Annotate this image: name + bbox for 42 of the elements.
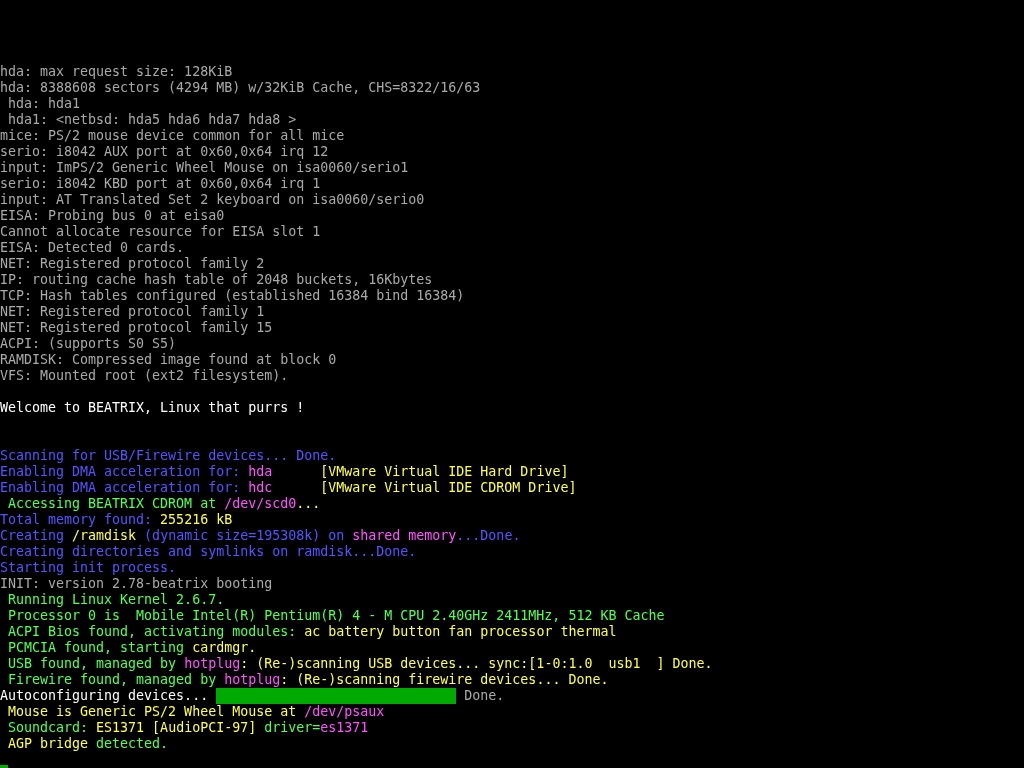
console-line: input: ImPS/2 Generic Wheel Mouse on isa0060/serio1 (0, 160, 409, 176)
console-line: Firewire found, managed by hotplug: (Re-)scanning firewire devices... Done. (7, 672, 609, 688)
console-line: Autoconfiguring devices... (0, 688, 210, 704)
console-line: Enabling DMA acceleration for: hda [VMware Virtual IDE Hard Drive] (0, 464, 569, 480)
console-line: USB found, managed by hotplug: (Re-)scanning USB devices... sync:[1-0:1.0 usb1 ] Done. (7, 656, 713, 672)
cursor (0, 765, 8, 768)
console-line: hda1: <netbsd: hda5 hda6 hda7 hda8 > (7, 112, 297, 128)
console-line: input: AT Translated Set 2 keyboard on isa0060/serio0 (0, 192, 425, 208)
console-line: hda: 8388608 sectors (4294 MB) w/32KiB Cache, CHS=8322/16/63 (0, 80, 481, 96)
console-line: Creating /ramdisk (dynamic size=195308k) on shared memory...Done. (0, 528, 521, 544)
console-line: Running Linux Kernel 2.6.7. (7, 592, 225, 608)
console-line: serio: i8042 KBD port at 0x60,0x64 irq 1 (0, 176, 321, 192)
status-text: Done. (463, 688, 505, 704)
console-line: Enabling DMA acceleration for: hdc [VMware Virtual IDE CDROM Drive] (0, 480, 577, 496)
console-line: Starting init process. (0, 560, 177, 576)
console-line: mice: PS/2 mouse device common for all mice (0, 128, 345, 144)
console-line: NET: Registered protocol family 1 (0, 304, 265, 320)
console-line: Mouse is Generic PS/2 Wheel Mouse at /dev/psaux (7, 704, 385, 720)
console-line: AGP bridge detected. (7, 736, 169, 752)
console-line: Welcome to BEATRIX, Linux that purrs ! (0, 400, 305, 416)
console-line: hda: hda1 (7, 96, 81, 112)
console-line: TCP: Hash tables configured (established 16384 bind 16384) (0, 288, 465, 304)
console-line: hda: max request size: 128KiB (0, 64, 233, 80)
console-line: RAMDISK: Compressed image found at block 0 (0, 352, 337, 368)
console-line: ACPI: (supports S0 S5) (0, 336, 177, 352)
console-line: Total memory found: 255216 kB (0, 512, 233, 528)
console-line: Processor 0 is Mobile Intel(R) Pentium(R) 4 - M CPU 2.40GHz 2411MHz, 512 KB Cache (7, 608, 665, 624)
console-line: Soundcard: ES1371 [AudioPCI-97] driver=es1371 (7, 720, 369, 736)
console-line: Creating directories and symlinks on ramdisk...Done. (0, 544, 417, 560)
console-line: Cannot allocate resource for EISA slot 1 (0, 224, 321, 240)
console-line: ACPI Bios found, activating modules: ac battery button fan processor thermal (7, 624, 617, 640)
console-line: IP: routing cache hash table of 2048 buckets, 16Kbytes (0, 272, 433, 288)
console-line: INIT: version 2.78-beatrix booting (0, 576, 273, 592)
console-line: EISA: Detected 0 cards. (0, 240, 185, 256)
console-line: PCMCIA found, starting cardmgr. (7, 640, 257, 656)
console-line: EISA: Probing bus 0 at eisa0 (0, 208, 225, 224)
console-line: serio: i8042 AUX port at 0x60,0x64 irq 12 (0, 144, 329, 160)
console-line: VFS: Mounted root (ext2 filesystem). (0, 368, 289, 384)
console-line: Accessing BEATRIX CDROM at /dev/scd0... (7, 496, 321, 512)
console-line: NET: Registered protocol family 2 (0, 256, 265, 272)
console-line: Scanning for USB/Firewire devices... Done. (0, 448, 337, 464)
console-line: NET: Registered protocol family 15 (0, 320, 273, 336)
